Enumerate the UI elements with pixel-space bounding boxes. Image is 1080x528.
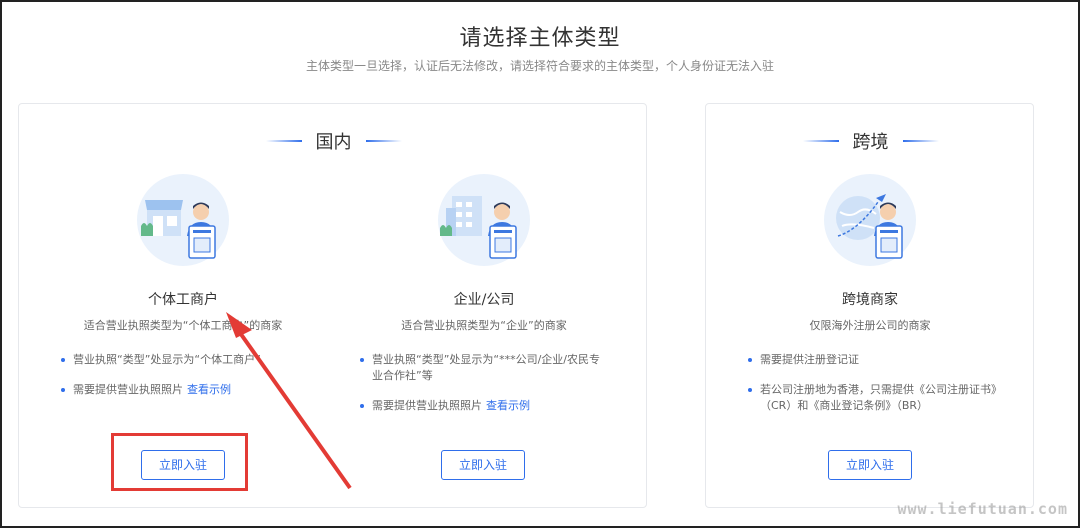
bullet-dot-icon: [748, 358, 752, 362]
list-item: 若公司注册地为香港，只需提供《公司注册证书》（CR）和《商业登记条例》（BR）: [748, 382, 998, 414]
join-now-button-enterprise[interactable]: 立即入驻: [441, 450, 525, 480]
requirement-text: 若公司注册地为香港，只需提供《公司注册证书》（CR）和《商业登记条例》（BR）: [760, 383, 997, 412]
card-description: 适合营业执照类型为“个体工商户”的商家: [83, 319, 283, 332]
view-example-link[interactable]: 查看示例: [187, 383, 231, 396]
card-description: 适合营业执照类型为“企业”的商家: [401, 319, 567, 332]
requirement-list: 营业执照“类型”处显示为“个体工商户” 需要提供营业执照照片 查看示例: [61, 352, 311, 412]
bullet-dot-icon: [360, 358, 364, 362]
page-subtitle: 主体类型一旦选择，认证后无法修改，请选择符合要求的主体类型，个人身份证无法入驻: [305, 59, 774, 73]
bullet-dot-icon: [61, 358, 65, 362]
watermark: www.liefutuan.com: [897, 500, 1068, 518]
card-enterprise: 企业/公司 适合营业执照类型为“企业”的商家 营业执照“类型”处显示为“***公…: [334, 174, 634, 504]
card-title: 个体工商户: [148, 292, 218, 308]
requirement-text: 需要提供营业执照照片: [73, 383, 183, 396]
card-title: 企业/公司: [453, 292, 515, 308]
shop-person-icon: [137, 174, 229, 266]
requirement-text: 营业执照“类型”处显示为“个体工商户”: [73, 353, 261, 366]
list-item: 需要提供营业执照照片 查看示例: [61, 382, 311, 398]
crossborder-heading: 跨境: [706, 130, 1035, 153]
card-title: 跨境商家: [842, 292, 898, 308]
list-item: 需要提供营业执照照片 查看示例: [360, 398, 610, 414]
highlight-box: [111, 433, 248, 491]
page-title: 请选择主体类型: [459, 26, 621, 51]
heading-line-right: [902, 140, 939, 142]
list-item: 营业执照“类型”处显示为“***公司/企业/农民专业合作社”等: [360, 352, 610, 384]
heading-line-left: [265, 140, 302, 142]
heading-line-left: [802, 140, 839, 142]
bullet-dot-icon: [748, 388, 752, 392]
bullet-dot-icon: [61, 388, 65, 392]
domestic-heading: 国内: [19, 130, 648, 153]
domestic-heading-text: 国内: [315, 132, 352, 153]
join-now-button-crossborder[interactable]: 立即入驻: [828, 450, 912, 480]
view-example-link[interactable]: 查看示例: [486, 399, 530, 412]
crossborder-heading-text: 跨境: [852, 132, 889, 153]
card-crossborder: 跨境商家 仅限海外注册公司的商家 需要提供注册登记证 若公司注册地为香港，只需提…: [720, 174, 1020, 504]
heading-line-right: [365, 140, 402, 142]
list-item: 需要提供注册登记证: [748, 352, 998, 368]
requirement-text: 营业执照“类型”处显示为“***公司/企业/农民专业合作社”等: [372, 353, 601, 382]
crossborder-panel: 跨境 跨境商家 仅限海外注册公司的商家 需要提供注册登记证 若公司注册地为香港，: [705, 103, 1034, 508]
requirement-list: 营业执照“类型”处显示为“***公司/企业/农民专业合作社”等 需要提供营业执照…: [360, 352, 610, 428]
building-person-icon: [438, 174, 530, 266]
bullet-dot-icon: [360, 404, 364, 408]
requirement-text: 需要提供注册登记证: [760, 353, 859, 366]
card-description: 仅限海外注册公司的商家: [809, 319, 931, 332]
requirement-text: 需要提供营业执照照片: [372, 399, 482, 412]
list-item: 营业执照“类型”处显示为“个体工商户”: [61, 352, 311, 368]
globe-plane-person-icon: [824, 174, 916, 266]
requirement-list: 需要提供注册登记证 若公司注册地为香港，只需提供《公司注册证书》（CR）和《商业…: [748, 352, 998, 428]
